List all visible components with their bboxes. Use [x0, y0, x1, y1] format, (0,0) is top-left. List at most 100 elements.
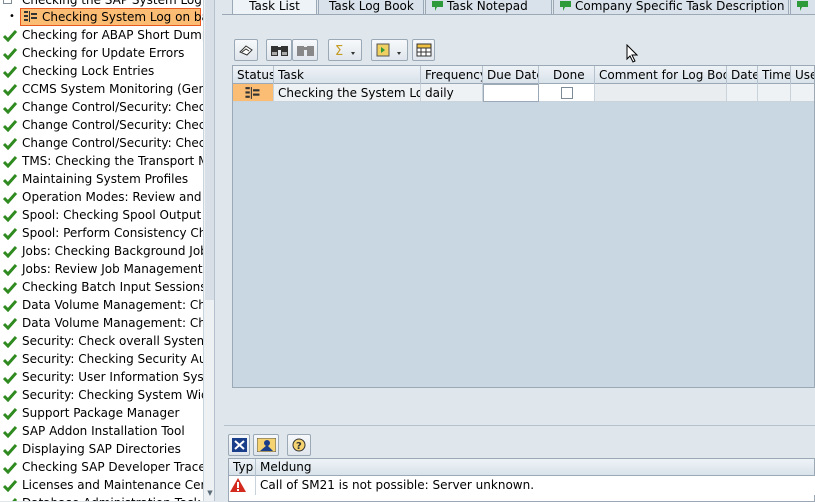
checkmark-icon: [2, 137, 18, 151]
detail-button[interactable]: [253, 434, 279, 456]
scroll-thumb[interactable]: [205, 0, 214, 300]
tree-item[interactable]: Jobs: Checking Background Jobs: [0, 242, 203, 260]
find-button[interactable]: [266, 39, 292, 61]
col-date[interactable]: Date: [727, 66, 758, 84]
col-frequency[interactable]: Frequency: [421, 66, 483, 84]
table-row[interactable]: Checking the System Log daily: [233, 84, 814, 102]
tree-item[interactable]: TMS: Checking the Transport Management: [0, 152, 203, 170]
tree-item[interactable]: Licenses and Maintenance Certificates: [0, 476, 203, 494]
tree-item[interactable]: Change Control/Security: Check Client: [0, 98, 203, 116]
col-user[interactable]: User: [791, 66, 814, 84]
frequency-cell: daily: [421, 84, 483, 102]
tree-item-label: Jobs: Review Job Management Settings: [22, 262, 203, 276]
col-task[interactable]: Task: [274, 66, 421, 84]
collapse-toggle-icon[interactable]: [3, 0, 12, 4]
tree-item-label: Change Control/Security: Check System: [22, 136, 203, 150]
tree-item[interactable]: Checking Batch Input Sessions: [0, 278, 203, 296]
table-header: Status Task Frequency Due Date Done Comm…: [233, 66, 814, 84]
tree-item-label: Maintaining System Profiles: [22, 172, 189, 186]
tree-item[interactable]: Displaying SAP Directories: [0, 440, 203, 458]
tree-item[interactable]: Operation Modes: Review and adjust: [0, 188, 203, 206]
checkmark-icon: [2, 29, 18, 43]
tree-item[interactable]: Change Control/Security: Check Client: [0, 116, 203, 134]
tree-item[interactable]: Data Volume Management: Check: [0, 314, 203, 332]
checkmark-icon: [2, 155, 18, 169]
tree-item[interactable]: Data Volume Management: Check: [0, 296, 203, 314]
due-date-input[interactable]: [483, 84, 539, 102]
tree-item-label: TMS: Checking the Transport Management: [22, 154, 203, 168]
tree-item-label: Support Package Manager: [22, 406, 180, 420]
close-messages-button[interactable]: [228, 434, 250, 456]
tree-item[interactable]: Security: Check overall System Security: [0, 332, 203, 350]
find-next-button[interactable]: [292, 39, 318, 61]
tree-item[interactable]: Maintaining System Profiles: [0, 170, 203, 188]
done-checkbox[interactable]: [561, 87, 573, 99]
tree-item[interactable]: SAP Addon Installation Tool: [0, 422, 203, 440]
tree-item[interactable]: Jobs: Review Job Management Settings: [0, 260, 203, 278]
flag-icon: [432, 1, 443, 11]
tab-task-log-book[interactable]: Task Log Book: [318, 0, 424, 14]
tree-item-label: Change Control/Security: Check Client: [22, 100, 203, 114]
task-cell[interactable]: Checking the System Log: [274, 84, 421, 102]
tree-item[interactable]: Security: Checking System Wide: [0, 386, 203, 404]
user-cell: [791, 84, 814, 102]
tree-scrollbar[interactable]: ▲ ▼: [203, 0, 214, 501]
svg-text:Σ: Σ: [335, 44, 343, 57]
tree-item-label: CCMS System Monitoring (General): [22, 82, 203, 96]
tab-task-notepad[interactable]: Task Notepad: [425, 0, 552, 14]
tree-item[interactable]: Support Package Manager: [0, 404, 203, 422]
message-type-cell: [229, 476, 256, 495]
status-cell[interactable]: [233, 84, 274, 102]
tree-item-label: Spool: Perform Consistency Check: [22, 226, 203, 240]
tree-item[interactable]: Checking SAP Developer Traces: [0, 458, 203, 476]
refresh-button[interactable]: [234, 39, 258, 61]
checkmark-icon: [2, 263, 18, 277]
layout-button[interactable]: [412, 39, 435, 61]
checkmark-icon: [2, 317, 18, 331]
error-warning-icon: [230, 478, 246, 492]
help-button[interactable]: ?: [287, 434, 311, 456]
tab-company-specific-description[interactable]: Company Specific Task Description: [553, 0, 789, 14]
col-due-date[interactable]: Due Date: [483, 66, 539, 84]
export-button[interactable]: [371, 39, 408, 61]
checkmark-icon: [2, 101, 18, 115]
col-status[interactable]: Status: [233, 66, 274, 84]
tree-item[interactable]: Security: User Information System: [0, 368, 203, 386]
comment-input[interactable]: [595, 84, 727, 102]
message-row[interactable]: Call of SM21 is not possible: Server unk…: [229, 476, 815, 495]
binoculars-icon: [271, 46, 288, 56]
done-cell[interactable]: [539, 84, 595, 102]
tree-item-label: Jobs: Checking Background Jobs: [22, 244, 203, 258]
tree-item[interactable]: Security: Checking Security Audit Log: [0, 350, 203, 368]
tree-item[interactable]: CCMS System Monitoring (General): [0, 80, 203, 98]
col-time[interactable]: Time: [758, 66, 791, 84]
sum-button[interactable]: Σ: [328, 39, 362, 61]
tree-item-label: Database Administration Task Group: [22, 494, 203, 501]
scroll-down-icon[interactable]: ▼: [205, 488, 214, 498]
tree-item[interactable]: Checking Lock Entries: [0, 62, 203, 80]
col-comment[interactable]: Comment for Log Book: [595, 66, 727, 84]
tree-item-label: Checking SAP Developer Traces: [22, 460, 203, 474]
checkmark-icon: [3, 497, 18, 501]
binoculars-next-icon: [297, 46, 314, 56]
tree-item[interactable]: Spool: Checking Spool Output Requests: [0, 206, 203, 224]
task-table: Status Task Frequency Due Date Done Comm…: [232, 65, 815, 388]
tab-task-list[interactable]: Task List: [232, 0, 317, 14]
tree-item-label: Checking for Update Errors: [22, 46, 185, 60]
tree-item-label: Security: Checking Security Audit Log: [22, 352, 203, 366]
tree-item[interactable]: Checking for ABAP Short Dumps: [0, 26, 203, 44]
tree-item-label: Checking Lock Entries: [22, 64, 155, 78]
tree-item[interactable]: Database Administration Task Group: [0, 494, 203, 501]
col-type[interactable]: Typ: [229, 459, 256, 476]
tab-more[interactable]: [790, 0, 815, 14]
col-done[interactable]: Done: [539, 66, 595, 84]
tree-item[interactable]: Change Control/Security: Check System: [0, 134, 203, 152]
tree-item-selected[interactable]: • Checking System Log on background: [0, 8, 203, 26]
tree-item[interactable]: Spool: Perform Consistency Check: [0, 224, 203, 242]
tree-item[interactable]: Checking for Update Errors: [0, 44, 203, 62]
checkmark-icon: [2, 227, 18, 241]
checkmark-icon: [2, 299, 18, 313]
task-status-icon: [245, 87, 260, 99]
bullet-icon: •: [9, 11, 15, 22]
col-message[interactable]: Meldung: [256, 459, 815, 476]
